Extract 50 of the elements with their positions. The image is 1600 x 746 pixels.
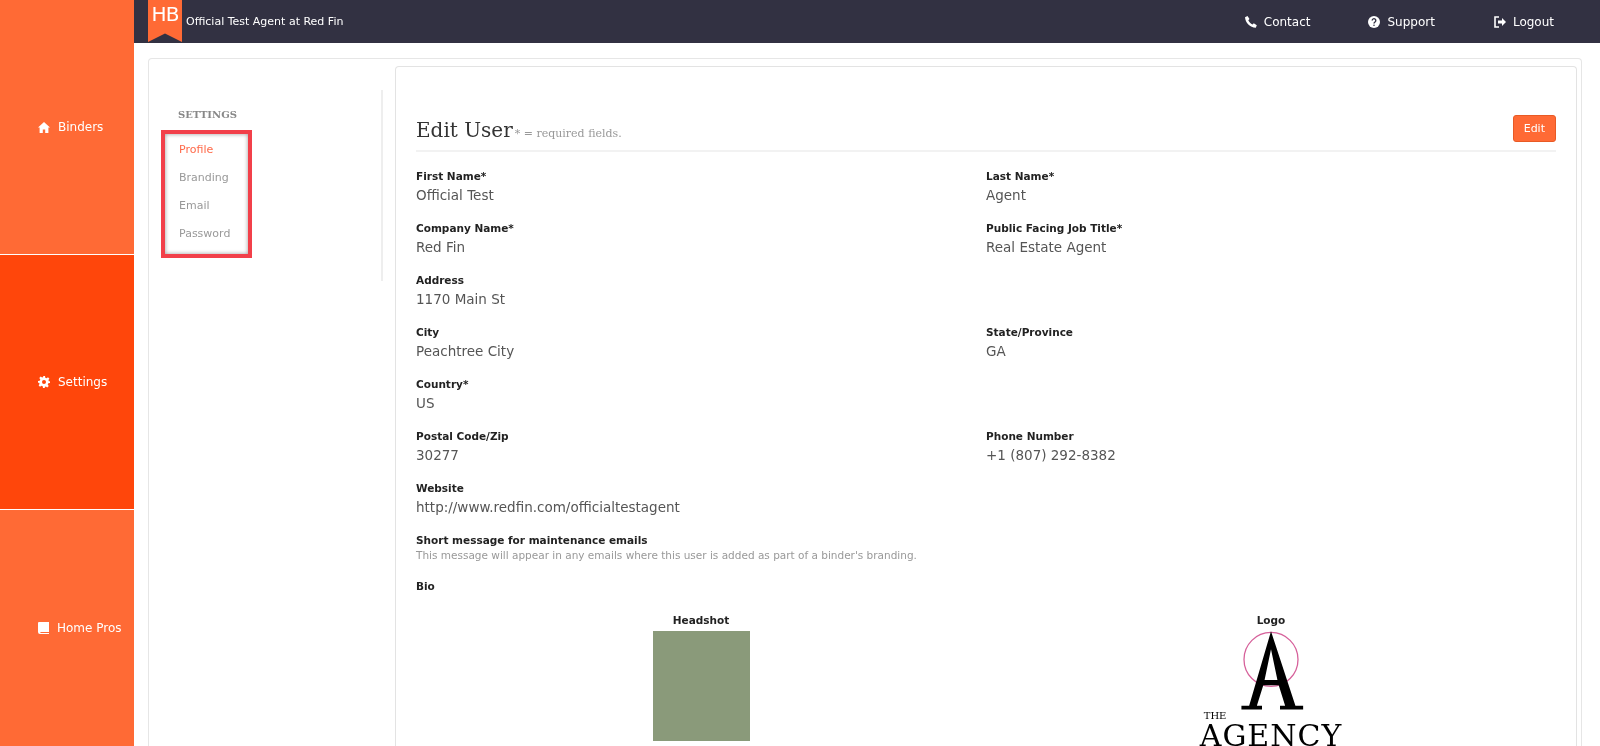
account-title: Official Test Agent at Red Fin (186, 15, 345, 28)
field-value: 30277 (416, 447, 460, 463)
field-label: Postal Code/Zip (416, 430, 510, 442)
settings-nav-item[interactable]: Branding (179, 166, 231, 194)
sidebar-item[interactable]: Settings (0, 255, 134, 510)
field-value: US (416, 395, 436, 411)
nav-link[interactable]: Contact (1244, 14, 1311, 29)
phone-icon (1244, 15, 1257, 28)
sidebar-item[interactable]: Home Pros (0, 510, 134, 746)
field-label: Country* (416, 378, 470, 390)
field-label: Logo (1256, 614, 1286, 626)
book-icon (38, 622, 49, 634)
field-label: Public Facing Job Title* (986, 222, 1124, 234)
field-value: Real Estate Agent (986, 239, 1108, 255)
field-value: GA (986, 343, 1007, 359)
field-label: Last Name* (986, 170, 1056, 182)
app-logo[interactable]: HB (148, 0, 182, 42)
field-label: Phone Number (986, 430, 1075, 442)
field-label: Bio (416, 580, 436, 592)
field-label: Company Name* (416, 222, 515, 234)
field-value: Red Fin (416, 239, 467, 255)
field-value: Official Test (416, 187, 495, 203)
settings-heading: SETTINGS (178, 109, 238, 120)
required-note: * = required fields. (514, 127, 622, 140)
agency-logo: THE AGENCY (1199, 631, 1343, 746)
field-label: Website (416, 482, 465, 494)
home-icon (38, 121, 50, 133)
nav-link[interactable]: Logout (1492, 14, 1554, 29)
field-label: Headshot (672, 614, 730, 626)
field-value: +1 (807) 292-8382 (986, 447, 1117, 463)
edit-button[interactable]: Edit (1512, 115, 1556, 142)
field-label: Short message for maintenance emails (416, 534, 649, 546)
field-value: Peachtree City (416, 343, 516, 359)
field-label: First Name* (416, 170, 488, 182)
field-label: City (416, 326, 441, 338)
logout-icon (1492, 15, 1506, 28)
help-icon (1368, 15, 1381, 28)
nav-link[interactable]: Support (1368, 14, 1435, 29)
form-title: Edit User (416, 118, 513, 142)
settings-nav-item[interactable]: Password (179, 222, 231, 250)
sidebar-item[interactable]: Binders (0, 0, 134, 255)
settings-nav-item[interactable]: Email (179, 194, 231, 222)
field-label: State/Province (986, 326, 1074, 338)
settings-icon (38, 376, 50, 388)
field-label: Address (416, 274, 465, 286)
field-hint: This message will appear in any emails where this user is added as part of a binder's branding. (416, 549, 918, 561)
field-value: Agent (986, 187, 1027, 203)
settings-nav-item[interactable]: Profile (179, 138, 231, 166)
field-value: http://www.redfin.com/officialtestagent (416, 499, 681, 515)
field-value: 1170 Main St (416, 291, 507, 307)
